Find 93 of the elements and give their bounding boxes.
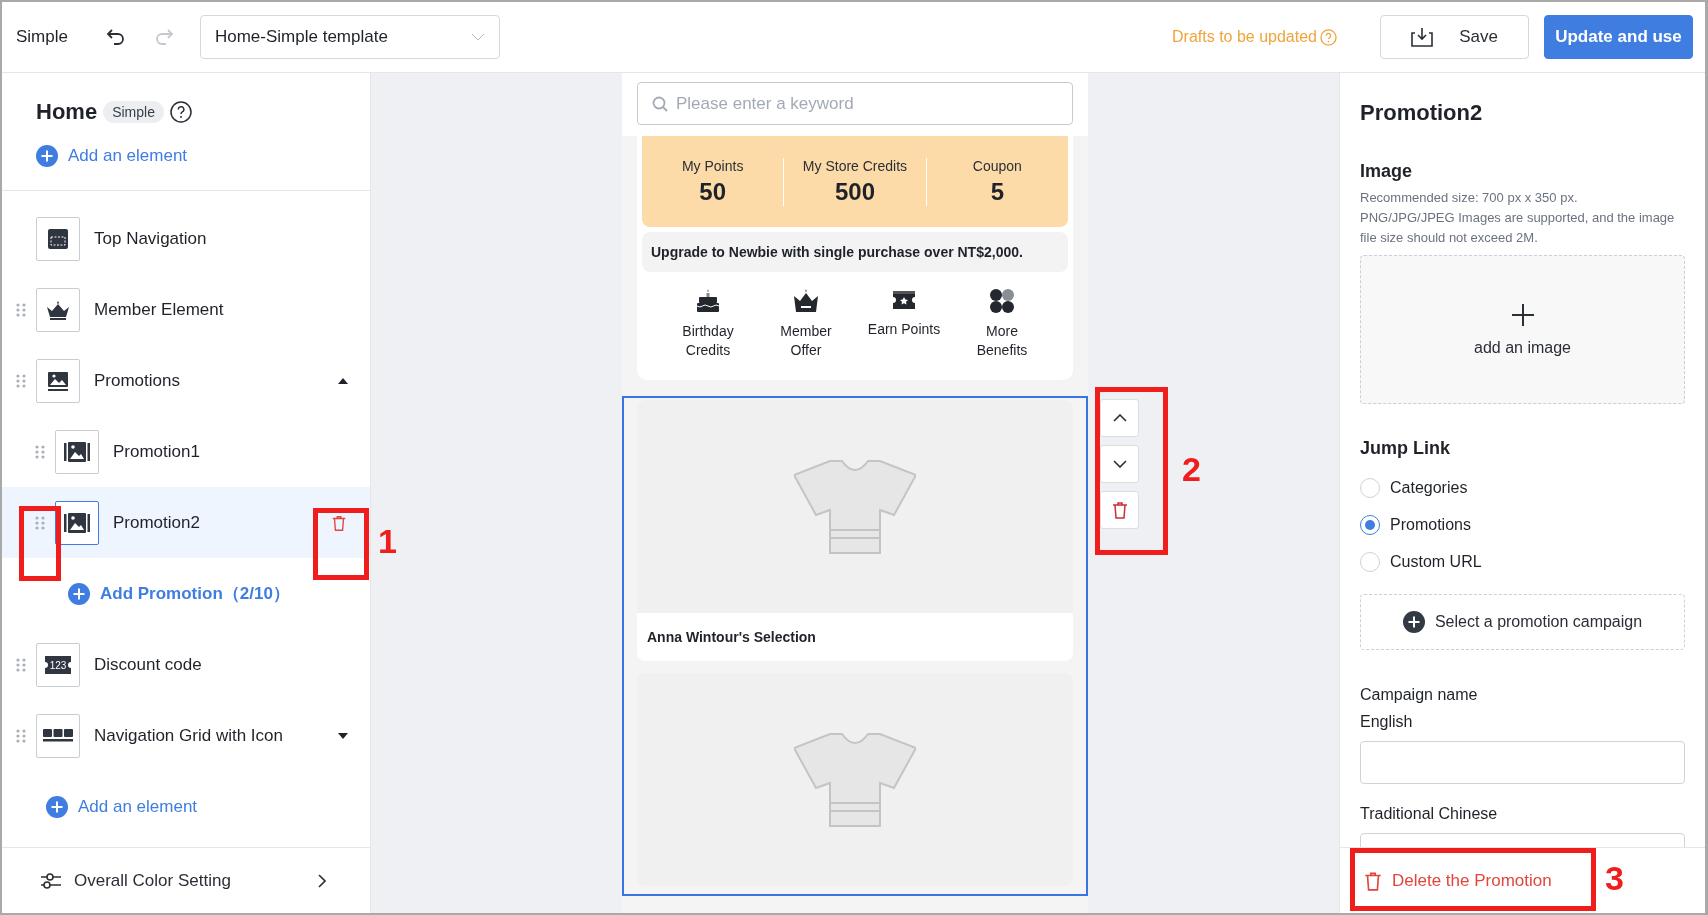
drag-handle-icon[interactable]: [16, 373, 26, 388]
select-campaign-button[interactable]: Select a promotion campaign: [1360, 594, 1685, 650]
add-icon: [68, 582, 90, 605]
element-label: Member Element: [94, 299, 225, 320]
stat-value: 500: [834, 177, 875, 206]
grid-icon: [43, 727, 73, 744]
image-icon: [63, 511, 91, 534]
element-label: Discount code: [94, 654, 203, 675]
annotation-number: 1: [378, 522, 397, 561]
element-item[interactable]: Navigation Grid with Icon: [2, 700, 370, 771]
field-label: Traditional Chinese: [1360, 804, 1499, 824]
download-icon: [1411, 27, 1434, 47]
annotation-number: 3: [1605, 859, 1624, 898]
benefit-label: Earn Points: [867, 320, 941, 339]
add-icon: [36, 145, 58, 167]
annotation-box: [313, 508, 369, 580]
drag-handle-icon[interactable]: [16, 657, 26, 672]
add-icon: [1402, 611, 1425, 633]
annotation-number: 2: [1182, 450, 1201, 489]
trash-icon: [330, 513, 348, 532]
radio-option[interactable]: Promotions: [1360, 506, 1685, 543]
chevron-down-icon: [470, 33, 485, 41]
element-item[interactable]: Promotion2: [2, 487, 370, 558]
update-button[interactable]: Update and use: [1544, 15, 1693, 59]
element-item[interactable]: Member Element: [2, 274, 370, 345]
search-icon: [652, 95, 668, 112]
ticket-icon: 123: [43, 654, 73, 675]
panel-icon: [46, 226, 70, 251]
delete-promotion-button[interactable]: Delete the Promotion: [1362, 869, 1552, 892]
template-select[interactable]: Home-Simple template: [199, 15, 500, 59]
shirt-icon: [794, 732, 916, 827]
image-hint: Recommended size: 700 px x 350 px. PNG/JPG/JPEG Images are supported, and the image file size should not exceed 2M.: [1360, 189, 1676, 247]
add-element-link[interactable]: Add an element: [46, 795, 198, 818]
element-label: Top Navigation: [94, 228, 208, 249]
move-down-button[interactable]: [1100, 445, 1139, 483]
element-item[interactable]: Promotions: [2, 345, 370, 416]
drag-handle-icon[interactable]: [16, 302, 26, 317]
stat-label: Coupon: [972, 157, 1022, 174]
move-up-button[interactable]: [1100, 399, 1139, 437]
crown-icon: [793, 288, 819, 314]
mode-label: Simple: [16, 27, 68, 47]
draft-status: Drafts to be updated: [1172, 28, 1317, 46]
input-field[interactable]: [1360, 741, 1685, 784]
element-label: Promotions: [94, 370, 181, 391]
caret-up-icon[interactable]: [338, 377, 348, 384]
help-icon[interactable]: [169, 101, 192, 123]
field-label: English: [1360, 712, 1414, 732]
section-heading: Jump Link: [1360, 438, 1451, 459]
element-label: Promotion1: [113, 441, 201, 462]
add-icon: [46, 795, 68, 818]
plus-icon: [1510, 302, 1535, 327]
clover-icon: [989, 288, 1015, 314]
element-label: Navigation Grid with Icon: [94, 725, 284, 746]
stat-value: 5: [990, 177, 1004, 206]
chevron-right-icon: [318, 873, 326, 888]
field-heading: Campaign name: [1360, 685, 1479, 705]
radio-button[interactable]: [1360, 514, 1380, 535]
element-label: Promotion2: [113, 512, 201, 533]
trash-icon: [1362, 869, 1384, 892]
delete-button[interactable]: [1100, 491, 1139, 529]
shirt-icon: [794, 459, 916, 554]
save-button[interactable]: Save: [1380, 15, 1529, 59]
add-element-link[interactable]: Add an element: [36, 145, 188, 167]
delete-button[interactable]: [330, 513, 348, 532]
drag-handle-icon[interactable]: [35, 444, 45, 459]
element-item[interactable]: 123 Discount code: [2, 629, 370, 700]
page-title: Home: [36, 99, 98, 125]
element-item[interactable]: Promotion1: [2, 416, 370, 487]
benefit-label: Birthday Credits: [681, 322, 735, 360]
stat-value: 50: [699, 177, 726, 206]
promotion-caption: Anna Wintour's Selection: [646, 628, 817, 647]
upgrade-notice: Upgrade to Newbie with single purchase over NT$2,000.: [642, 232, 1068, 272]
sliders-icon: [40, 870, 62, 891]
section-heading: Image: [1360, 161, 1414, 182]
stat-label: My Store Credits: [802, 157, 908, 174]
chevron-up-icon: [1112, 414, 1127, 422]
radio-option[interactable]: Custom URL: [1360, 543, 1685, 580]
cake-icon: [696, 288, 720, 314]
benefit-label: More Benefits: [975, 322, 1029, 360]
element-item[interactable]: Top Navigation: [2, 203, 370, 274]
radio-option[interactable]: Categories: [1360, 469, 1685, 506]
chevron-down-icon: [1112, 460, 1127, 468]
image-icon: [63, 440, 91, 463]
image-upload-area[interactable]: add an image: [1360, 255, 1685, 404]
panel-title: Promotion2: [1360, 99, 1484, 127]
template-badge: Simple: [103, 101, 164, 123]
ticket-icon: [891, 288, 917, 312]
stat-label: My Points: [681, 157, 744, 174]
caret-down-icon[interactable]: [338, 732, 348, 739]
drag-handle-icon[interactable]: [35, 515, 45, 530]
drag-handle-icon[interactable]: [16, 728, 26, 743]
benefit-label: Member Offer: [779, 322, 833, 360]
add-promotion-link[interactable]: Add Promotion（2/10）: [68, 582, 290, 605]
